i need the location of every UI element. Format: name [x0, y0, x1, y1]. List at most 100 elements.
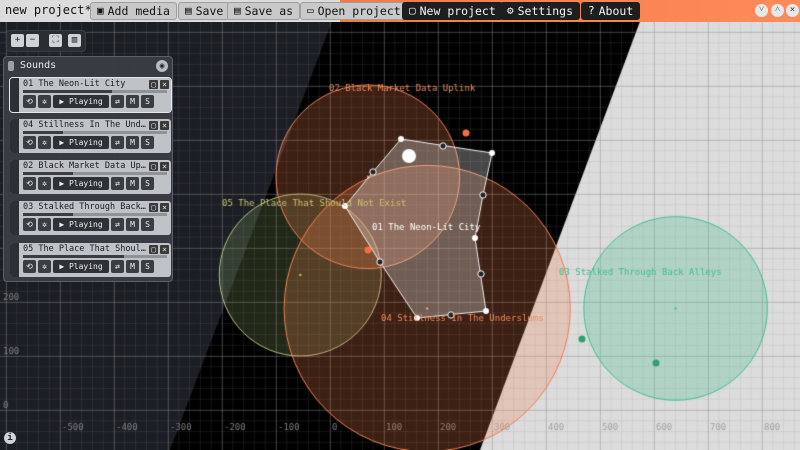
solo-label: S [145, 97, 150, 106]
open-project-button[interactable]: ▭ Open project [300, 2, 408, 20]
track-progress-bar[interactable] [23, 90, 167, 93]
track-row[interactable]: 02 Black Market Data Up… ▢ × ⟲ ✲ ▶ Playing ⇄ M S [10, 160, 171, 194]
mute-label: M [130, 262, 135, 271]
track-controls: ⟲ ✲ ▶ Playing ⇄ M S [23, 177, 154, 190]
mute-label: M [130, 220, 135, 229]
effects-icon[interactable]: ✲ [38, 218, 51, 231]
save-as-button[interactable]: ▤ Save as [227, 2, 301, 20]
mute-label: M [130, 179, 135, 188]
settings-button[interactable]: ⚙ Settings [500, 2, 581, 20]
info-icon[interactable]: i [4, 432, 16, 444]
track-edge [10, 160, 19, 194]
track-name: 03 Stalked Through Back… [23, 202, 146, 212]
repeat-icon[interactable]: ⇄ [111, 260, 124, 273]
play-button[interactable]: ▶ Playing [53, 218, 109, 231]
save-icon: ▤ [185, 4, 192, 17]
track-progress-bar[interactable] [23, 255, 167, 258]
track-name: 05 The Place That Shoul… [23, 244, 146, 254]
play-button[interactable]: ▶ Playing [53, 177, 109, 190]
new-file-icon: ▢ [409, 4, 416, 17]
close-icon[interactable]: × [786, 4, 799, 17]
track-controls: ⟲ ✲ ▶ Playing ⇄ M S [23, 218, 154, 231]
open-project-label: Open project [317, 4, 401, 18]
play-button[interactable]: ▶ Playing [53, 260, 109, 273]
track-settings-icon[interactable]: ▢ [149, 245, 158, 254]
loop-icon[interactable]: ⟲ [23, 218, 36, 231]
track-settings-icon[interactable]: ▢ [149, 121, 158, 130]
save-as-icon: ▤ [234, 4, 241, 17]
track-progress-bar[interactable] [23, 131, 167, 134]
mute-button[interactable]: M [126, 95, 139, 108]
track-remove-icon[interactable]: × [160, 203, 169, 212]
effects-icon[interactable]: ✲ [38, 95, 51, 108]
track-remove-icon[interactable]: × [160, 121, 169, 130]
track-progress-fill [23, 172, 74, 175]
track-name: 01 The Neon-Lit City [23, 79, 126, 89]
solo-label: S [145, 179, 150, 188]
track-edge [10, 119, 19, 153]
solo-button[interactable]: S [141, 260, 154, 273]
save-button[interactable]: ▤ Save [178, 2, 231, 20]
play-button[interactable]: ▶ Playing [53, 95, 109, 108]
track-settings-icon[interactable]: ▢ [149, 80, 158, 89]
track-progress-fill [23, 213, 74, 216]
play-status-label: Playing [68, 179, 103, 188]
repeat-icon[interactable]: ⇄ [111, 177, 124, 190]
zoom-in-icon[interactable]: + [11, 34, 24, 47]
solo-button[interactable]: S [141, 95, 154, 108]
play-status-label: Playing [68, 138, 103, 147]
minimize-icon[interactable]: ˅ [755, 4, 768, 17]
panel-toggle-icon[interactable]: ▥ [68, 34, 81, 47]
track-settings-icon[interactable]: ▢ [149, 203, 158, 212]
zoom-out-icon[interactable]: − [26, 34, 39, 47]
mute-label: M [130, 97, 135, 106]
solo-button[interactable]: S [141, 136, 154, 149]
loop-icon[interactable]: ⟲ [23, 136, 36, 149]
track-settings-icon[interactable]: ▢ [149, 162, 158, 171]
mute-button[interactable]: M [126, 136, 139, 149]
mute-button[interactable]: M [126, 218, 139, 231]
track-progress-bar[interactable] [23, 172, 167, 175]
eye-icon[interactable]: ◉ [156, 60, 168, 72]
track-row[interactable]: 03 Stalked Through Back… ▢ × ⟲ ✲ ▶ Playing ⇄ M S [10, 201, 171, 235]
effects-icon[interactable]: ✲ [38, 260, 51, 273]
add-media-label: Add media [107, 4, 170, 18]
mute-button[interactable]: M [126, 177, 139, 190]
project-title: new project* [5, 3, 92, 17]
maximize-icon[interactable]: ˄ [771, 4, 784, 17]
new-project-button[interactable]: ▢ New project [402, 2, 503, 20]
track-remove-icon[interactable]: × [160, 80, 169, 89]
track-name: 02 Black Market Data Up… [23, 161, 146, 171]
track-remove-icon[interactable]: × [160, 245, 169, 254]
top-toolbar: new project* ▣ Add media ▤ Save ▤ Save as ▭… [0, 0, 800, 22]
solo-button[interactable]: S [141, 218, 154, 231]
settings-label: Settings [517, 4, 574, 18]
play-button[interactable]: ▶ Playing [53, 136, 109, 149]
repeat-icon[interactable]: ⇄ [111, 218, 124, 231]
sounds-panel-title: Sounds [20, 60, 57, 71]
track-name: 04 Stillness In The Und… [23, 120, 146, 130]
drag-handle-icon[interactable] [8, 61, 14, 71]
track-remove-icon[interactable]: × [160, 162, 169, 171]
track-row[interactable]: 05 The Place That Shoul… ▢ × ⟲ ✲ ▶ Playing ⇄ M S [10, 243, 171, 277]
about-label: About [598, 4, 634, 18]
loop-icon[interactable]: ⟲ [23, 95, 36, 108]
effects-icon[interactable]: ✲ [38, 136, 51, 149]
track-progress-bar[interactable] [23, 213, 167, 216]
add-media-button[interactable]: ▣ Add media [90, 2, 177, 20]
repeat-icon[interactable]: ⇄ [111, 136, 124, 149]
new-project-label: New project [419, 4, 496, 18]
effects-icon[interactable]: ✲ [38, 177, 51, 190]
repeat-icon[interactable]: ⇄ [111, 95, 124, 108]
mute-label: M [130, 138, 135, 147]
solo-button[interactable]: S [141, 177, 154, 190]
fit-view-icon[interactable]: ⛶ [49, 34, 62, 47]
loop-icon[interactable]: ⟲ [23, 260, 36, 273]
mute-button[interactable]: M [126, 260, 139, 273]
loop-icon[interactable]: ⟲ [23, 177, 36, 190]
track-row[interactable]: 04 Stillness In The Und… ▢ × ⟲ ✲ ▶ Playing ⇄ M S [10, 119, 171, 153]
track-row[interactable]: 01 The Neon-Lit City ▢ × ⟲ ✲ ▶ Playing ⇄ M S [9, 77, 172, 113]
about-button[interactable]: ? About [581, 2, 641, 20]
folder-icon: ▭ [307, 4, 314, 17]
save-label: Save [195, 4, 224, 18]
